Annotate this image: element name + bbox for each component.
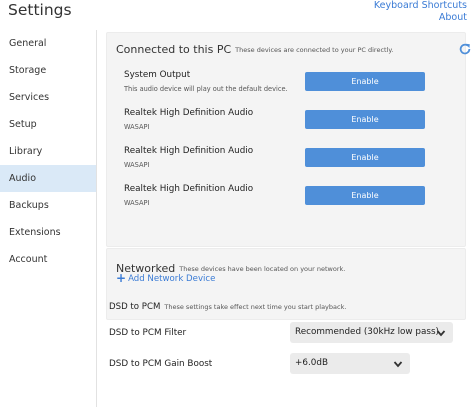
connected-panel: Connected to this PC These devices are co… — [106, 32, 471, 247]
main-content: Connected to this PC These devices are co… — [98, 30, 474, 407]
chevron-down-icon — [393, 361, 403, 368]
refresh-icon[interactable] — [458, 42, 472, 56]
connected-section-title: Connected to this PC These devices are co… — [116, 43, 393, 56]
plus-icon: + — [116, 271, 127, 285]
add-network-device-label: Add Network Device — [128, 274, 216, 284]
about-link[interactable]: About — [439, 12, 467, 23]
device-subtitle: WASAPI — [124, 123, 150, 131]
sidebar-item-backups[interactable]: Backups — [0, 192, 96, 219]
dsd-filter-label: DSD to PCM Filter — [109, 328, 187, 338]
chevron-down-icon — [436, 330, 446, 337]
device-name: Realtek High Definition Audio — [124, 146, 254, 156]
sidebar-item-audio[interactable]: Audio — [0, 165, 96, 192]
enable-button[interactable]: Enable — [305, 186, 425, 205]
device-name: Realtek High Definition Audio — [124, 184, 254, 194]
device-subtitle: WASAPI — [124, 161, 150, 169]
dsd-filter-select[interactable]: Recommended (30kHz low pass) — [290, 322, 453, 343]
sidebar-item-library[interactable]: Library — [0, 138, 96, 165]
dsd-section-title: DSD to PCM These settings take effect nex… — [109, 302, 346, 312]
connected-description: These devices are connected to your PC d… — [235, 46, 394, 54]
dsd-title: DSD to PCM — [109, 302, 161, 312]
sidebar-item-general[interactable]: General — [0, 30, 96, 57]
dsd-filter-value: Recommended (30kHz low pass) — [295, 327, 439, 337]
dsd-gain-select[interactable]: +6.0dB — [290, 353, 410, 374]
connected-title: Connected to this PC — [116, 43, 232, 56]
enable-button[interactable]: Enable — [305, 148, 425, 167]
dsd-description: These settings take effect next time you… — [164, 303, 347, 311]
sidebar-item-extensions[interactable]: Extensions — [0, 219, 96, 246]
header: Settings Keyboard Shortcuts About — [0, 0, 474, 30]
enable-button[interactable]: Enable — [305, 110, 425, 129]
enable-button[interactable]: Enable — [305, 72, 425, 91]
device-subtitle: WASAPI — [124, 199, 150, 207]
sidebar-item-account[interactable]: Account — [0, 246, 96, 273]
sidebar-item-storage[interactable]: Storage — [0, 57, 96, 84]
sidebar-item-setup[interactable]: Setup — [0, 111, 96, 138]
add-network-device-button[interactable]: + Add Network Device — [116, 271, 215, 285]
sidebar: General Storage Services Setup Library A… — [0, 30, 97, 407]
device-name: System Output — [124, 70, 191, 80]
page-title: Settings — [8, 1, 72, 19]
device-name: Realtek High Definition Audio — [124, 108, 254, 118]
sidebar-item-services[interactable]: Services — [0, 84, 96, 111]
keyboard-shortcuts-link[interactable]: Keyboard Shortcuts — [374, 0, 467, 11]
dsd-gain-label: DSD to PCM Gain Boost — [109, 359, 213, 369]
device-subtitle: This audio device will play out the defa… — [124, 85, 288, 93]
dsd-gain-value: +6.0dB — [295, 358, 328, 368]
